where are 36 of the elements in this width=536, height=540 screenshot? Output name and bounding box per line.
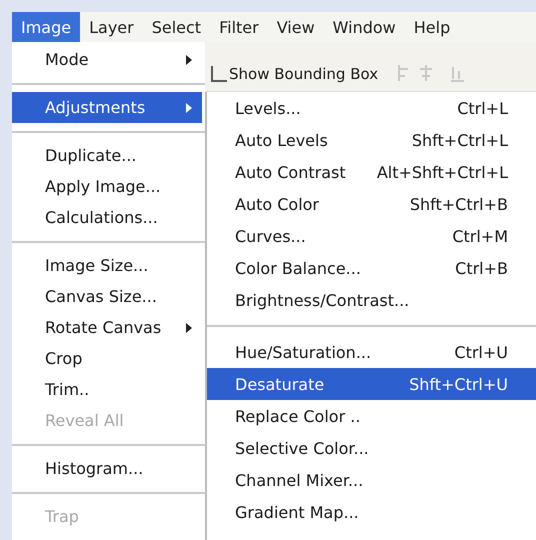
menu-item[interactable]: Mode xyxy=(12,44,202,75)
menu-item[interactable]: Image Size... xyxy=(12,250,202,281)
menu-item[interactable]: Duplicate... xyxy=(12,140,202,171)
submenu-arrow-icon xyxy=(186,102,192,112)
menu-item[interactable]: Calculations... xyxy=(12,202,202,233)
menu-item[interactable]: Crop xyxy=(12,343,202,374)
menu-item[interactable]: Desaturate Shft+Ctrl+U xyxy=(207,368,536,400)
menu-item[interactable]: Color Balance... Ctrl+B xyxy=(207,252,536,284)
menu-item[interactable]: Brightness/Contrast... xyxy=(207,284,536,316)
menu-bar-item[interactable]: Filter xyxy=(210,12,268,42)
menu-item[interactable]: Selective Color... xyxy=(207,432,536,464)
menu-bar-item[interactable]: View xyxy=(268,12,324,42)
menu-item[interactable]: Apply Image... xyxy=(12,171,202,202)
menu-item[interactable]: Channel Mixer... xyxy=(207,464,536,496)
menu-bar-item[interactable]: Window xyxy=(324,12,405,42)
menu-item[interactable]: Auto Color Shft+Ctrl+B xyxy=(207,188,536,220)
menu-item[interactable]: Auto Levels Shft+Ctrl+L xyxy=(207,124,536,156)
menu-item[interactable]: Gradient Map... xyxy=(207,496,536,528)
menu-item[interactable]: Histogram... xyxy=(12,453,202,484)
menu-item[interactable]: Rotate Canvas xyxy=(12,312,202,343)
align-icons[interactable] xyxy=(396,63,466,83)
menu-item[interactable]: Curves... Ctrl+M xyxy=(207,220,536,252)
menu-item[interactable]: Auto Contrast Alt+Shft+Ctrl+L xyxy=(207,156,536,188)
menu-item[interactable]: Hue/Saturation... Ctrl+U xyxy=(207,336,536,368)
menu-bar-item[interactable]: Image xyxy=(12,12,80,42)
menu-item[interactable]: Trim.. xyxy=(12,374,202,405)
menu-item[interactable]: Replace Color .. xyxy=(207,400,536,432)
menu-item[interactable]: Canvas Size... xyxy=(12,281,202,312)
submenu-arrow-icon xyxy=(186,322,192,332)
menu-item[interactable]: Adjustments xyxy=(12,92,202,123)
menu-bar-item[interactable]: Select xyxy=(142,12,210,42)
submenu-arrow-icon xyxy=(186,54,192,64)
menu-bar-item[interactable]: Layer xyxy=(80,12,143,42)
show-bounding-box-checkbox[interactable]: Show Bounding Box xyxy=(211,61,378,87)
menu-bar-item[interactable]: Help xyxy=(404,12,460,42)
menu-item[interactable]: Levels... Ctrl+L xyxy=(207,92,536,124)
